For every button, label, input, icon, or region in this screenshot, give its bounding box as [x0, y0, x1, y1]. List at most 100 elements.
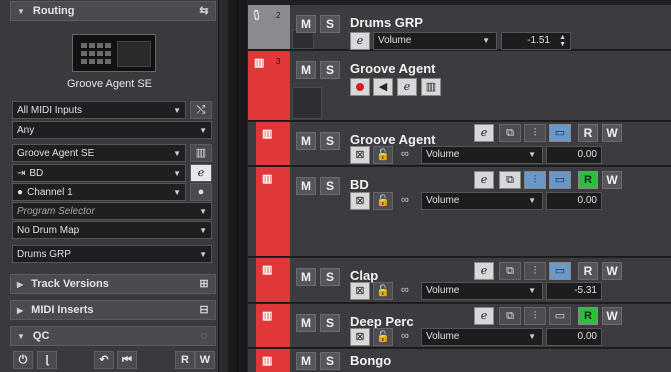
param-value[interactable]: 0.00	[546, 146, 602, 164]
qc-section-header[interactable]: ▼ QC ◌	[10, 326, 216, 346]
track-name[interactable]: Clap	[350, 268, 378, 283]
edit-channel-icon[interactable]: ℯ	[350, 32, 370, 50]
edit-channel-icon[interactable]: ℯ	[474, 124, 494, 142]
close-lane-icon[interactable]: ⊠	[350, 146, 370, 164]
output-sub-select[interactable]: ⇥ BD ▼	[12, 164, 186, 182]
mute-button[interactable]: M	[296, 132, 316, 150]
mute-button[interactable]: M	[296, 352, 316, 370]
mixer-icon[interactable]: ⫶	[524, 171, 546, 189]
edit-channel-icon[interactable]: ℯ	[397, 78, 417, 96]
lock-icon[interactable]: 🔓	[373, 282, 393, 300]
read-button[interactable]: R	[578, 307, 598, 325]
mute-button[interactable]: M	[296, 61, 316, 79]
qc-read-button[interactable]: R	[175, 351, 195, 369]
link-icon[interactable]: ∞	[401, 284, 409, 296]
close-lane-icon[interactable]: ⊠	[350, 328, 370, 346]
write-button[interactable]: W	[602, 307, 622, 325]
track-deep-perc[interactable]: ▥ M S Deep Perc ℯ ⧉ ⫶ ▭ R W ⊠ 🔓 ∞ Volume…	[248, 304, 671, 348]
monitor-icon[interactable]: ▭	[549, 124, 571, 142]
solo-button[interactable]: S	[320, 177, 340, 195]
midi-input-select[interactable]: All MIDI Inputs ▼	[12, 101, 186, 119]
dot-settings-icon[interactable]: ●	[190, 183, 212, 201]
shuffle-icon[interactable]: ⤭	[190, 101, 212, 119]
midi-insert-icon[interactable]: ⧉	[499, 307, 521, 325]
track-drums-grp[interactable]: ⩇ 2 M S Drums GRP ℯ Volume ▼ -1.51 ▲ ▼	[248, 5, 671, 50]
qc-power-icon[interactable]: ◌	[197, 329, 211, 343]
qc-latch-icon[interactable]: ɭ	[37, 351, 57, 369]
automation-param-select[interactable]: Volume ▼	[421, 146, 543, 164]
edit-channel-icon[interactable]: ℯ	[474, 171, 494, 189]
lock-icon[interactable]: 🔓	[373, 328, 393, 346]
track-clap[interactable]: ▥ M S Clap ℯ ⧉ ⫶ ▭ R W ⊠ 🔓 ∞ Volume ▼ -5.…	[248, 258, 671, 303]
midi-insert-icon[interactable]: ⧉	[499, 262, 521, 280]
solo-button[interactable]: S	[320, 61, 340, 79]
mixer-icon[interactable]: ⫶	[524, 307, 546, 325]
routing-section-header[interactable]: ▼ Routing ⇆	[10, 1, 216, 21]
write-button[interactable]: W	[602, 124, 622, 142]
solo-button[interactable]: S	[320, 15, 340, 33]
track-bd[interactable]: ▥ M S BD ℯ ⧉ ⫶ ▭ R W ⊠ 🔓 ∞ Volume ▼ 0.00	[248, 167, 671, 257]
channel-select[interactable]: ● Channel 1 ▼	[12, 183, 186, 201]
monitor-icon[interactable]: ▭	[549, 262, 571, 280]
track-name[interactable]: Groove Agent	[350, 132, 435, 147]
track-name[interactable]: Deep Perc	[350, 314, 414, 329]
program-selector[interactable]: Program Selector ▼	[12, 202, 212, 220]
param-value[interactable]: 0.00	[546, 328, 602, 346]
automation-param-select[interactable]: Volume ▼	[421, 328, 543, 346]
qc-power-icon[interactable]: ⏻	[13, 351, 33, 369]
bypass-icon[interactable]: ⊟	[197, 303, 211, 317]
undo-icon[interactable]: ↶	[94, 351, 114, 369]
midi-inserts-section-header[interactable]: ▶ MIDI Inserts ⊟	[10, 300, 216, 320]
group-select[interactable]: Drums GRP ▼	[12, 245, 212, 263]
track-groove-agent-midi[interactable]: ▥ M S Groove Agent ℯ ⧉ ⫶ ▭ R W ⊠ 🔓 ∞ Vol…	[248, 122, 671, 166]
track-bongo[interactable]: ▥ M S Bongo	[248, 349, 671, 372]
write-button[interactable]: W	[602, 262, 622, 280]
track-groove-agent-instrument[interactable]: ▥ 3 M S Groove Agent ◀ ℯ ▥	[248, 51, 671, 121]
lock-icon[interactable]: 🔓	[373, 192, 393, 210]
mute-button[interactable]: M	[296, 314, 316, 332]
drum-map-select[interactable]: No Drum Map ▼	[12, 221, 212, 239]
solo-button[interactable]: S	[320, 314, 340, 332]
link-icon[interactable]: ∞	[401, 148, 409, 160]
midi-insert-icon[interactable]: ⧉	[499, 124, 521, 142]
automation-param-select[interactable]: Volume ▼	[373, 32, 497, 50]
param-value[interactable]: 0.00	[546, 192, 602, 210]
read-button[interactable]: R	[578, 171, 598, 189]
write-button[interactable]: W	[602, 171, 622, 189]
mute-button[interactable]: M	[296, 15, 316, 33]
mute-button[interactable]: M	[296, 268, 316, 286]
solo-button[interactable]: S	[320, 352, 340, 370]
link-icon[interactable]: ∞	[401, 330, 409, 342]
routing-settings-icon[interactable]: ⇆	[197, 4, 211, 18]
mixer-icon[interactable]: ⫶	[524, 262, 546, 280]
skip-back-icon[interactable]: ⏮	[117, 351, 137, 369]
channel-filter-select[interactable]: Any ▼	[12, 121, 212, 139]
instrument-keys-icon[interactable]: ▥	[421, 78, 441, 96]
record-enable-button[interactable]	[350, 78, 370, 96]
close-lane-icon[interactable]: ⊠	[350, 192, 370, 210]
param-value[interactable]: -1.51 ▲ ▼	[501, 32, 571, 50]
read-button[interactable]: R	[578, 124, 598, 142]
instrument-thumbnail[interactable]	[72, 34, 156, 72]
close-lane-icon[interactable]: ⊠	[350, 282, 370, 300]
lock-icon[interactable]: 🔓	[373, 146, 393, 164]
param-value[interactable]: -5.31	[546, 282, 602, 300]
read-button[interactable]: R	[578, 262, 598, 280]
midi-insert-icon[interactable]: ⧉	[499, 171, 521, 189]
qc-write-button[interactable]: W	[195, 351, 215, 369]
monitor-icon[interactable]: ▭	[549, 307, 571, 325]
keyboard-icon[interactable]: ▥	[190, 144, 212, 162]
edit-instrument-icon[interactable]: ℯ	[190, 164, 212, 182]
edit-channel-icon[interactable]: ℯ	[474, 307, 494, 325]
solo-button[interactable]: S	[320, 132, 340, 150]
track-name[interactable]: BD	[350, 177, 369, 192]
solo-button[interactable]: S	[320, 268, 340, 286]
mixer-icon[interactable]: ⫶	[524, 124, 546, 142]
automation-param-select[interactable]: Volume ▼	[421, 282, 543, 300]
track-name[interactable]: Drums GRP	[350, 15, 423, 30]
monitor-speaker-icon[interactable]: ◀	[373, 78, 393, 96]
automation-param-select[interactable]: Volume ▼	[421, 192, 543, 210]
track-name[interactable]: Bongo	[350, 353, 391, 368]
link-icon[interactable]: ∞	[401, 194, 409, 206]
mute-button[interactable]: M	[296, 177, 316, 195]
